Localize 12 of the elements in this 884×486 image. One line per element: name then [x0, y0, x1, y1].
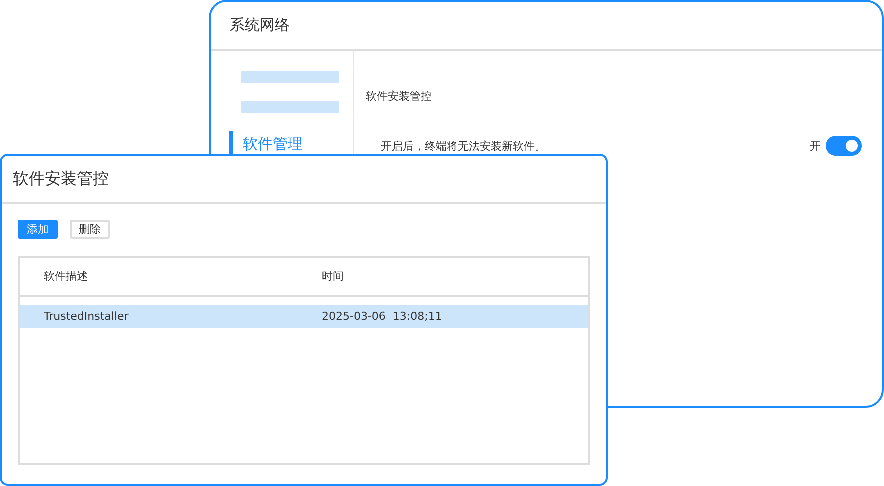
- table-row[interactable]: TrustedInstaller 2025-03-06 13:08;11: [20, 305, 588, 328]
- table-cell: 2025-03-06 13:08;11: [322, 310, 442, 323]
- toggle-label: 开: [810, 138, 821, 154]
- window-title: 系统网络: [211, 2, 882, 51]
- table-cell-text: TrustedInstaller: [43, 310, 130, 323]
- section-title: 软件安装管控: [366, 89, 433, 104]
- column-header: 时间: [322, 269, 344, 284]
- setting-description: 开启后，终端将无法安装新软件。: [381, 138, 547, 154]
- toggle-switch[interactable]: [826, 136, 862, 156]
- dialog-title: 软件安装管控: [2, 156, 606, 204]
- delete-button[interactable]: 删除: [70, 220, 110, 239]
- column-header: 软件描述: [43, 269, 89, 284]
